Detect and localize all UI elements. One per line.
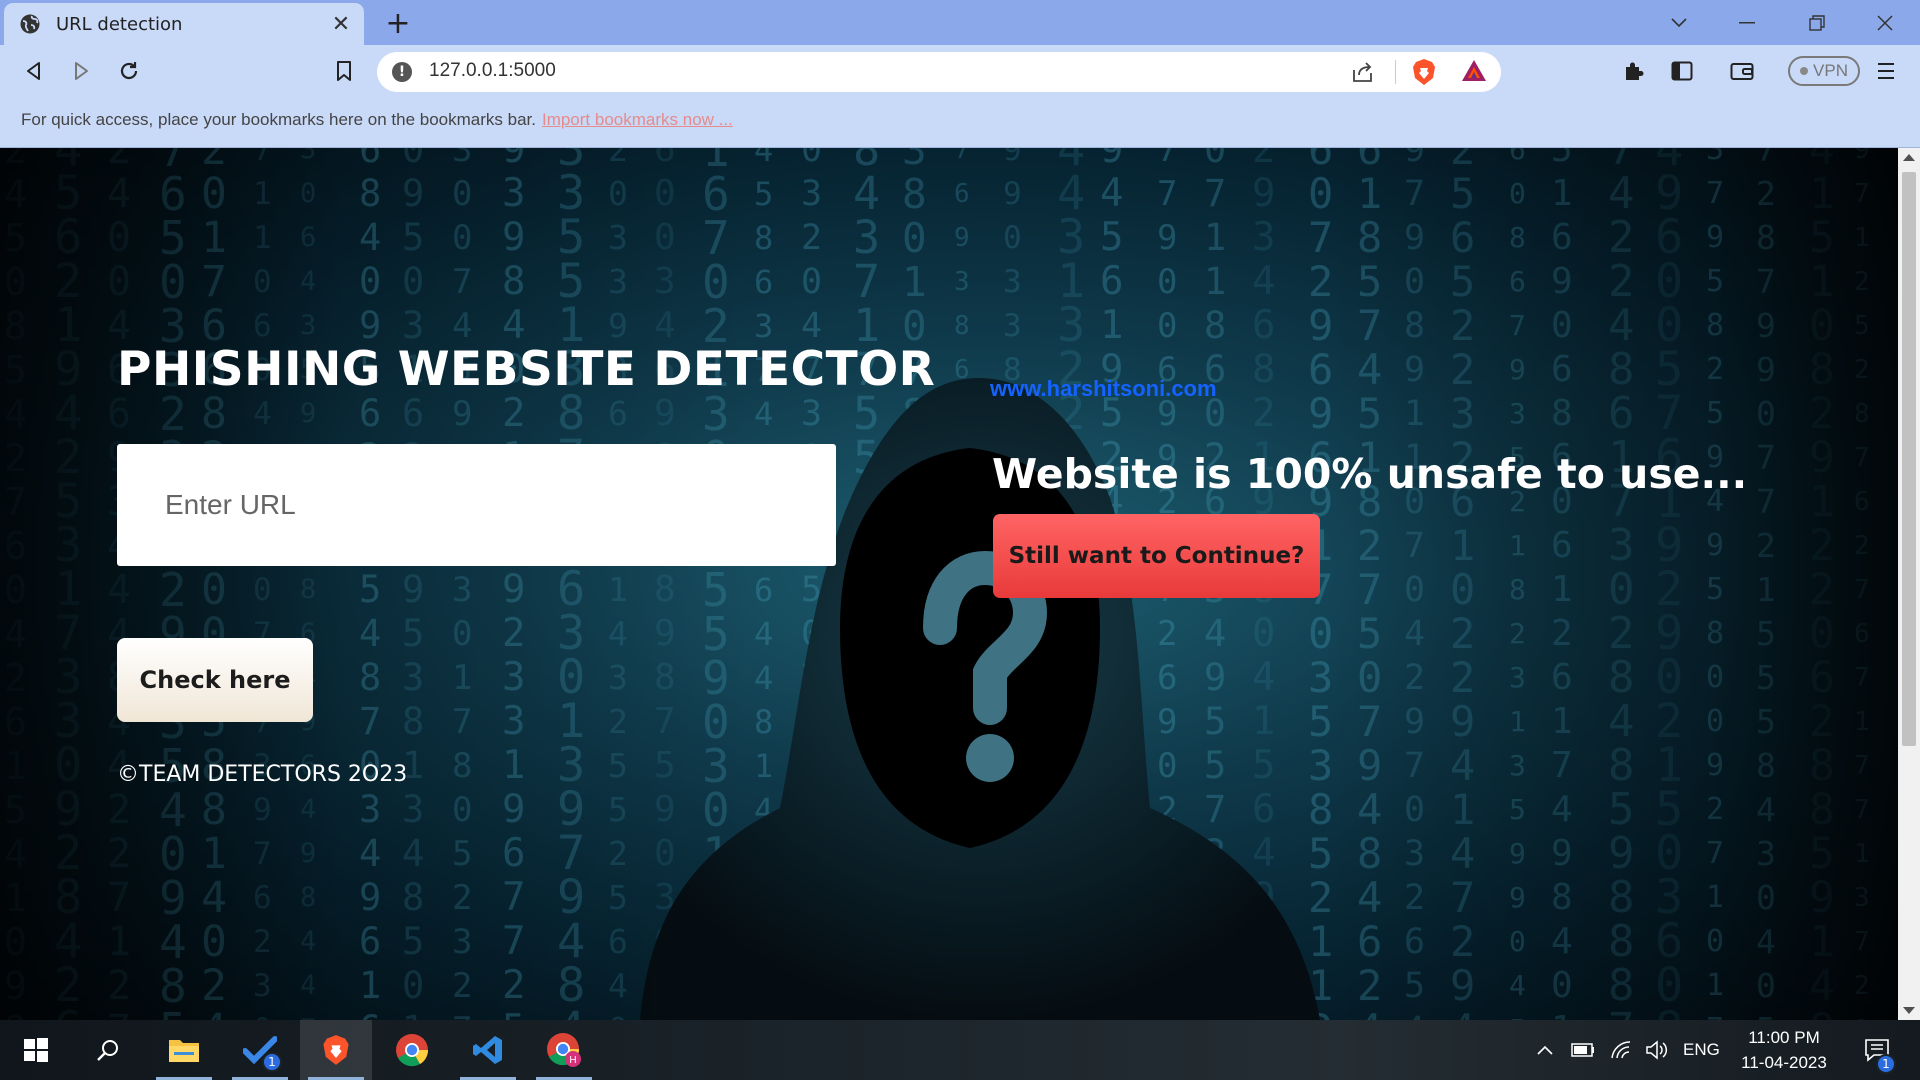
svg-text:H: H	[569, 1055, 576, 1066]
windows-start-icon[interactable]	[0, 1020, 72, 1080]
share-icon[interactable]	[1351, 60, 1375, 88]
tab-close-icon[interactable]: ✕	[324, 7, 358, 41]
page-viewport: 2 4 5 0 8 5 4 2 7 6 0 4 2 6 1 5 4 1 0 9 …	[0, 148, 1898, 1020]
continue-button[interactable]: Still want to Continue?	[993, 514, 1320, 598]
checked-site-link[interactable]: www.harshitsoni.com	[990, 376, 1217, 402]
windows-taskbar: 1 H ENG 11:00 PM 11-04-2023 1	[0, 1020, 1920, 1080]
bookmarks-message: For quick access, place your bookmarks h…	[21, 110, 733, 130]
result-message: Website is 100% unsafe to use...	[992, 450, 1748, 498]
back-icon[interactable]	[16, 53, 52, 89]
browser-toolbar: ! 127.0.0.1:5000 VPN	[0, 45, 1920, 97]
clock-time: 11:00 PM	[1748, 1028, 1820, 1047]
window-close-icon[interactable]	[1850, 0, 1920, 45]
system-clock[interactable]: 11:00 PM 11-04-2023	[1734, 1025, 1834, 1075]
show-hidden-icons-chevron-icon[interactable]	[1532, 1020, 1558, 1080]
bookmarks-message-text: For quick access, place your bookmarks h…	[21, 110, 536, 129]
vpn-button[interactable]: VPN	[1788, 56, 1860, 86]
chrome-icon[interactable]	[376, 1020, 448, 1080]
notification-center-icon[interactable]: 1	[1854, 1020, 1900, 1080]
omnibox-divider	[1395, 60, 1396, 84]
restore-icon[interactable]	[1782, 0, 1852, 45]
vpn-status-dot	[1800, 67, 1809, 75]
file-explorer-icon[interactable]	[148, 1020, 220, 1080]
vscode-icon[interactable]	[452, 1020, 524, 1080]
brave-shields-icon[interactable]	[1411, 58, 1437, 90]
bookmarks-bar: For quick access, place your bookmarks h…	[0, 97, 1920, 148]
scrollbar-thumb[interactable]	[1902, 172, 1916, 746]
address-bar[interactable]: ! 127.0.0.1:5000	[377, 52, 1501, 92]
tab-search-chevron-icon[interactable]	[1644, 0, 1714, 45]
scroll-up-arrow-icon[interactable]	[1903, 154, 1915, 161]
menu-hamburger-icon[interactable]	[1868, 53, 1904, 89]
check-here-button[interactable]: Check here	[117, 638, 313, 722]
import-bookmarks-link[interactable]: Import bookmarks now ...	[542, 110, 733, 129]
page-scrollbar[interactable]	[1898, 148, 1920, 1020]
minimize-icon[interactable]	[1712, 0, 1782, 45]
forward-icon[interactable]	[63, 53, 99, 89]
active-tab[interactable]: URL detection ✕	[4, 3, 364, 45]
chrome-profile-icon[interactable]: H	[528, 1020, 600, 1080]
reload-icon[interactable]	[111, 53, 147, 89]
scroll-down-arrow-icon[interactable]	[1903, 1007, 1915, 1014]
volume-icon[interactable]	[1642, 1020, 1672, 1080]
input-language[interactable]: ENG	[1683, 1040, 1720, 1060]
battery-icon[interactable]	[1568, 1020, 1598, 1080]
clock-date: 11-04-2023	[1741, 1053, 1827, 1072]
bookmark-icon[interactable]	[326, 53, 362, 89]
copyright-text: ©TEAM DETECTORS 2O23	[117, 762, 408, 787]
brave-taskbar-icon[interactable]	[300, 1020, 372, 1080]
todo-badge: 1	[262, 1052, 282, 1072]
tab-title: URL detection	[56, 13, 183, 35]
vpn-label: VPN	[1813, 61, 1848, 80]
todo-icon[interactable]: 1	[224, 1020, 296, 1080]
globe-icon	[18, 12, 42, 36]
address-url[interactable]: 127.0.0.1:5000	[429, 60, 556, 82]
site-info-icon[interactable]: !	[392, 62, 412, 82]
url-input[interactable]	[117, 444, 836, 566]
wifi-icon[interactable]	[1606, 1020, 1636, 1080]
search-icon[interactable]	[72, 1020, 144, 1080]
page-title: PHISHING WEBSITE DETECTOR	[117, 342, 936, 397]
notification-badge: 1	[1876, 1054, 1896, 1074]
extensions-puzzle-icon[interactable]	[1616, 53, 1652, 89]
tab-strip: URL detection ✕ +	[0, 0, 1920, 45]
brave-rewards-icon[interactable]	[1461, 58, 1487, 88]
wallet-icon[interactable]	[1724, 53, 1760, 89]
sidebar-toggle-icon[interactable]	[1664, 53, 1700, 89]
background-vignette	[0, 148, 1898, 1020]
new-tab-button[interactable]: +	[380, 6, 416, 41]
